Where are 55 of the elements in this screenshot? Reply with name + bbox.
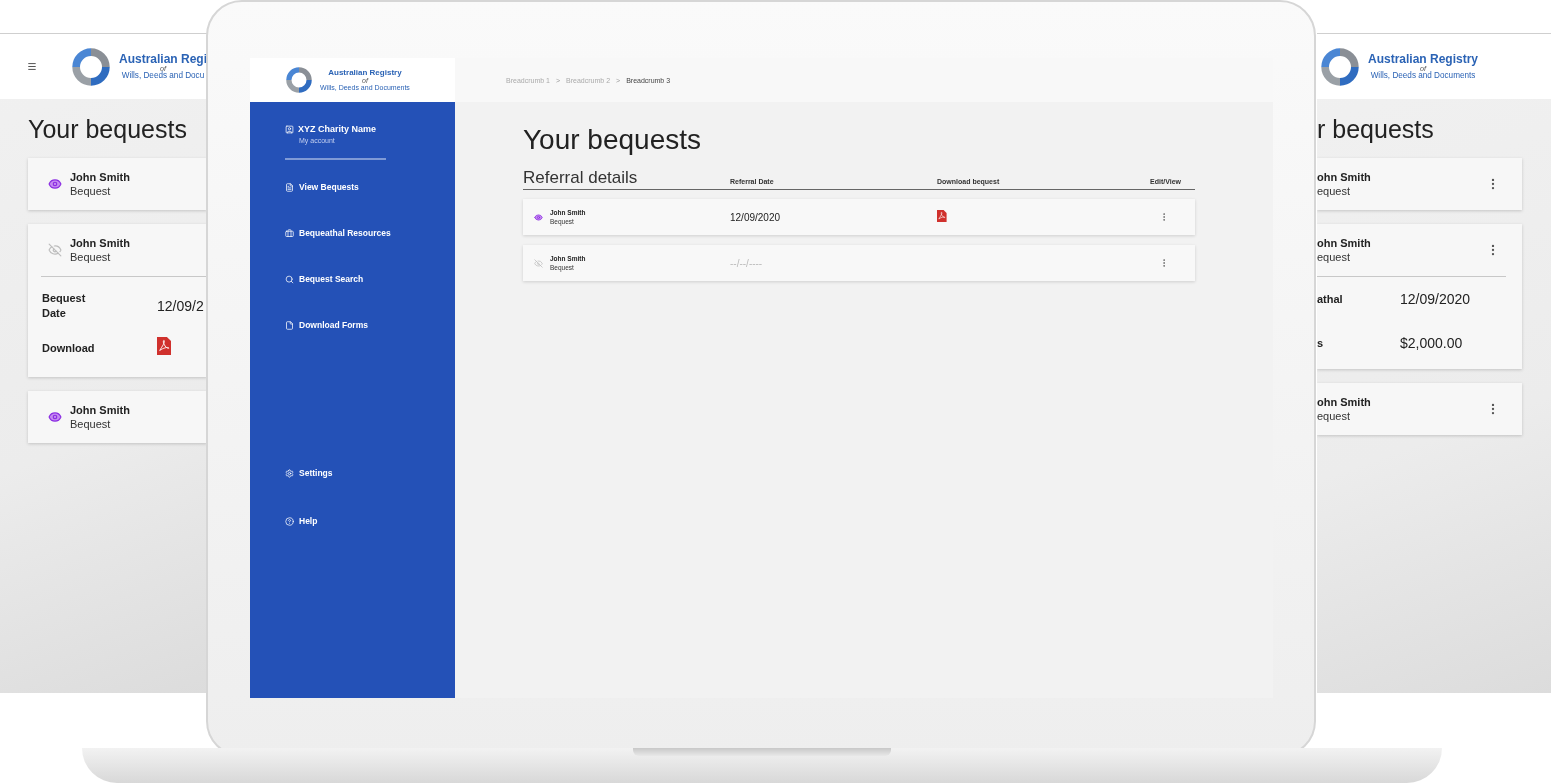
- nav-item[interactable]: Settings: [285, 468, 455, 478]
- bequest-name: John Smith: [70, 171, 131, 183]
- detail-value: 12/09/2020: [1400, 291, 1472, 307]
- detail-label: athal: [1317, 291, 1344, 307]
- file-icon: [285, 320, 294, 330]
- bequest-type: equest: [1317, 251, 1352, 263]
- date-cell-text: --/--/----: [730, 257, 764, 269]
- briefcase-icon: [285, 228, 294, 238]
- logo-subtitle: Wills, Deeds and Documents: [1370, 72, 1476, 81]
- nav-item[interactable]: Bequeathal Resources: [285, 228, 455, 238]
- bequest-type: equest: [1317, 185, 1352, 197]
- logo-title: Australian Registry: [1368, 52, 1479, 65]
- bequest-card[interactable]: John Smith Bequest Bequest Date 12/09/2 Download: [28, 224, 207, 377]
- bequest-name: ohn Smith: [1317, 396, 1372, 408]
- bequest-name: John Smith: [70, 404, 131, 416]
- date-cell-text: 12/09/2020: [730, 211, 782, 223]
- eye-icon[interactable]: [48, 177, 62, 191]
- bequest-card[interactable]: ohn Smith equest athal 12/09/2020 s $2,000.00: [1317, 224, 1522, 369]
- page-title: Your bequests: [523, 124, 702, 156]
- bequest-card[interactable]: John Smith Bequest: [28, 391, 207, 443]
- detail-value: 12/09/2: [157, 298, 205, 314]
- eye-icon[interactable]: [534, 212, 543, 222]
- account-icon: [285, 124, 294, 134]
- eye-icon[interactable]: [48, 410, 62, 424]
- document-icon: [285, 182, 294, 192]
- detail-label: s: [1317, 335, 1325, 351]
- settings-icon: [285, 468, 294, 478]
- bequest-name: ohn Smith: [1317, 237, 1372, 249]
- bequest-type: Bequest: [70, 185, 112, 197]
- detail-value: $2,000.00: [1400, 335, 1464, 351]
- detail-label: Download: [42, 340, 96, 356]
- help-icon: [285, 516, 294, 526]
- logo-subtitle: Wills, Deeds and Docu: [121, 72, 205, 81]
- nav-item[interactable]: Bequest Search: [285, 274, 455, 284]
- account-name[interactable]: XYZ Charity Name: [285, 124, 455, 134]
- page-title: Your bequests: [28, 115, 188, 144]
- bequest-type: equest: [1317, 410, 1352, 422]
- nav-item[interactable]: Download Forms: [285, 320, 455, 330]
- section-heading: Referral details: [523, 168, 639, 188]
- pdf-icon[interactable]: [157, 337, 172, 355]
- logo-title: Australian Registry: [328, 69, 402, 77]
- detail-label: Bequest Date: [42, 291, 87, 321]
- bequest-card[interactable]: ohn Smith equest: [1317, 383, 1522, 435]
- bequest-card[interactable]: ohn Smith equest: [1317, 158, 1522, 210]
- bequest-type: Bequest: [70, 251, 112, 263]
- search-icon: [285, 274, 294, 284]
- nav-item[interactable]: View Bequests: [285, 182, 455, 192]
- pdf-icon[interactable]: [937, 210, 947, 222]
- bequest-name: ohn Smith: [1317, 171, 1372, 183]
- logo-title: Australian Regi: [118, 52, 207, 65]
- nav-item[interactable]: Help: [285, 516, 455, 526]
- bequest-name: John Smith: [70, 237, 131, 249]
- bequest-card[interactable]: John Smith Bequest: [28, 158, 207, 210]
- bequest-type: Bequest: [70, 418, 112, 430]
- page-title: r bequests: [1317, 115, 1435, 144]
